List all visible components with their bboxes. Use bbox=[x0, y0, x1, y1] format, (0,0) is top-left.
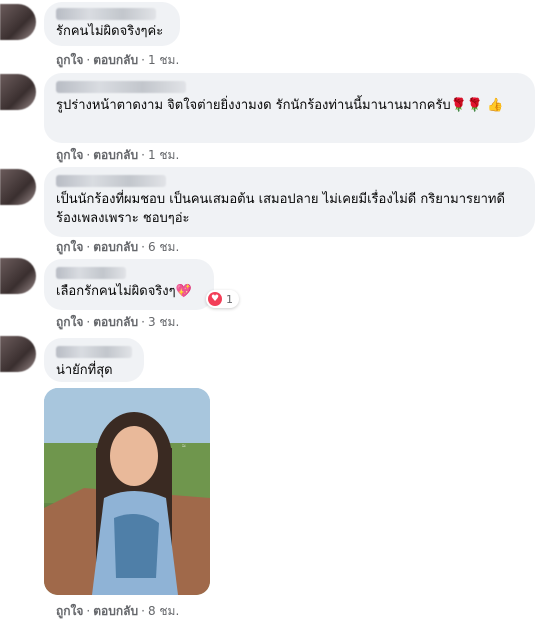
reply-link[interactable]: ตอบกลับ bbox=[93, 53, 138, 67]
like-link[interactable]: ถูกใจ bbox=[56, 148, 83, 162]
reply-link[interactable]: ตอบกลับ bbox=[93, 604, 138, 618]
avatar[interactable] bbox=[0, 74, 36, 110]
author-name[interactable] bbox=[56, 346, 132, 358]
avatar[interactable] bbox=[0, 336, 36, 372]
heart-icon: ♥ bbox=[208, 292, 222, 306]
comment-text: เป็นนักร้องที่ผมชอบ เป็นคนเสมอต้น เสมอปล… bbox=[56, 192, 505, 226]
comment-bubble: รักคนไม่ผิดจริงๆค่ะ bbox=[44, 2, 180, 46]
author-name[interactable] bbox=[56, 267, 126, 279]
comment-bubble: น่ายักที่สุด bbox=[44, 338, 144, 382]
like-link[interactable]: ถูกใจ bbox=[56, 53, 83, 67]
avatar[interactable] bbox=[0, 258, 36, 294]
comment-actions: ถูกใจ · ตอบกลับ · 1 ชม. bbox=[56, 148, 180, 162]
portrait-illustration: ≈ bbox=[44, 388, 210, 595]
author-name[interactable] bbox=[56, 175, 166, 187]
comment-actions: ถูกใจ · ตอบกลับ · 3 ชม. bbox=[56, 315, 180, 329]
avatar[interactable] bbox=[0, 4, 36, 40]
comment-actions: ถูกใจ · ตอบกลับ · 1 ชม. bbox=[56, 53, 180, 67]
comment-bubble: เป็นนักร้องที่ผมชอบ เป็นคนเสมอต้น เสมอปล… bbox=[44, 167, 535, 237]
comment-time[interactable]: 1 ชม. bbox=[148, 148, 179, 162]
comment-photo[interactable]: ≈ bbox=[44, 388, 210, 595]
reaction-count: 1 bbox=[226, 292, 233, 306]
comment-text: รูปร่างหน้าตาดงาม จิตใจต่ายยิ่งงามงด รัก… bbox=[56, 98, 504, 113]
svg-text:≈: ≈ bbox=[182, 443, 186, 450]
author-name[interactable] bbox=[56, 81, 186, 93]
like-link[interactable]: ถูกใจ bbox=[56, 240, 83, 254]
comment-bubble: รูปร่างหน้าตาดงาม จิตใจต่ายยิ่งงามงด รัก… bbox=[44, 73, 535, 143]
reply-link[interactable]: ตอบกลับ bbox=[93, 240, 138, 254]
like-link[interactable]: ถูกใจ bbox=[56, 315, 83, 329]
comment-time[interactable]: 6 ชม. bbox=[148, 240, 179, 254]
comment-time[interactable]: 3 ชม. bbox=[148, 315, 179, 329]
comment-time[interactable]: 1 ชม. bbox=[148, 53, 179, 67]
comment-time[interactable]: 8 ชม. bbox=[148, 604, 179, 618]
comment-actions: ถูกใจ · ตอบกลับ · 6 ชม. bbox=[56, 240, 180, 254]
author-name[interactable] bbox=[56, 8, 156, 20]
comment-bubble: เลือกรักคนไม่ผิดจริงๆ💖 bbox=[44, 259, 214, 310]
reply-link[interactable]: ตอบกลับ bbox=[93, 315, 138, 329]
reply-link[interactable]: ตอบกลับ bbox=[93, 148, 138, 162]
reaction-badge[interactable]: ♥ 1 bbox=[206, 290, 239, 308]
comment-actions: ถูกใจ · ตอบกลับ · 8 ชม. bbox=[56, 604, 180, 618]
comment-text: รักคนไม่ผิดจริงๆค่ะ bbox=[56, 24, 164, 39]
like-link[interactable]: ถูกใจ bbox=[56, 604, 83, 618]
comment-text: น่ายักที่สุด bbox=[56, 363, 113, 378]
comment-text: เลือกรักคนไม่ผิดจริงๆ💖 bbox=[56, 284, 192, 299]
avatar[interactable] bbox=[0, 169, 36, 205]
